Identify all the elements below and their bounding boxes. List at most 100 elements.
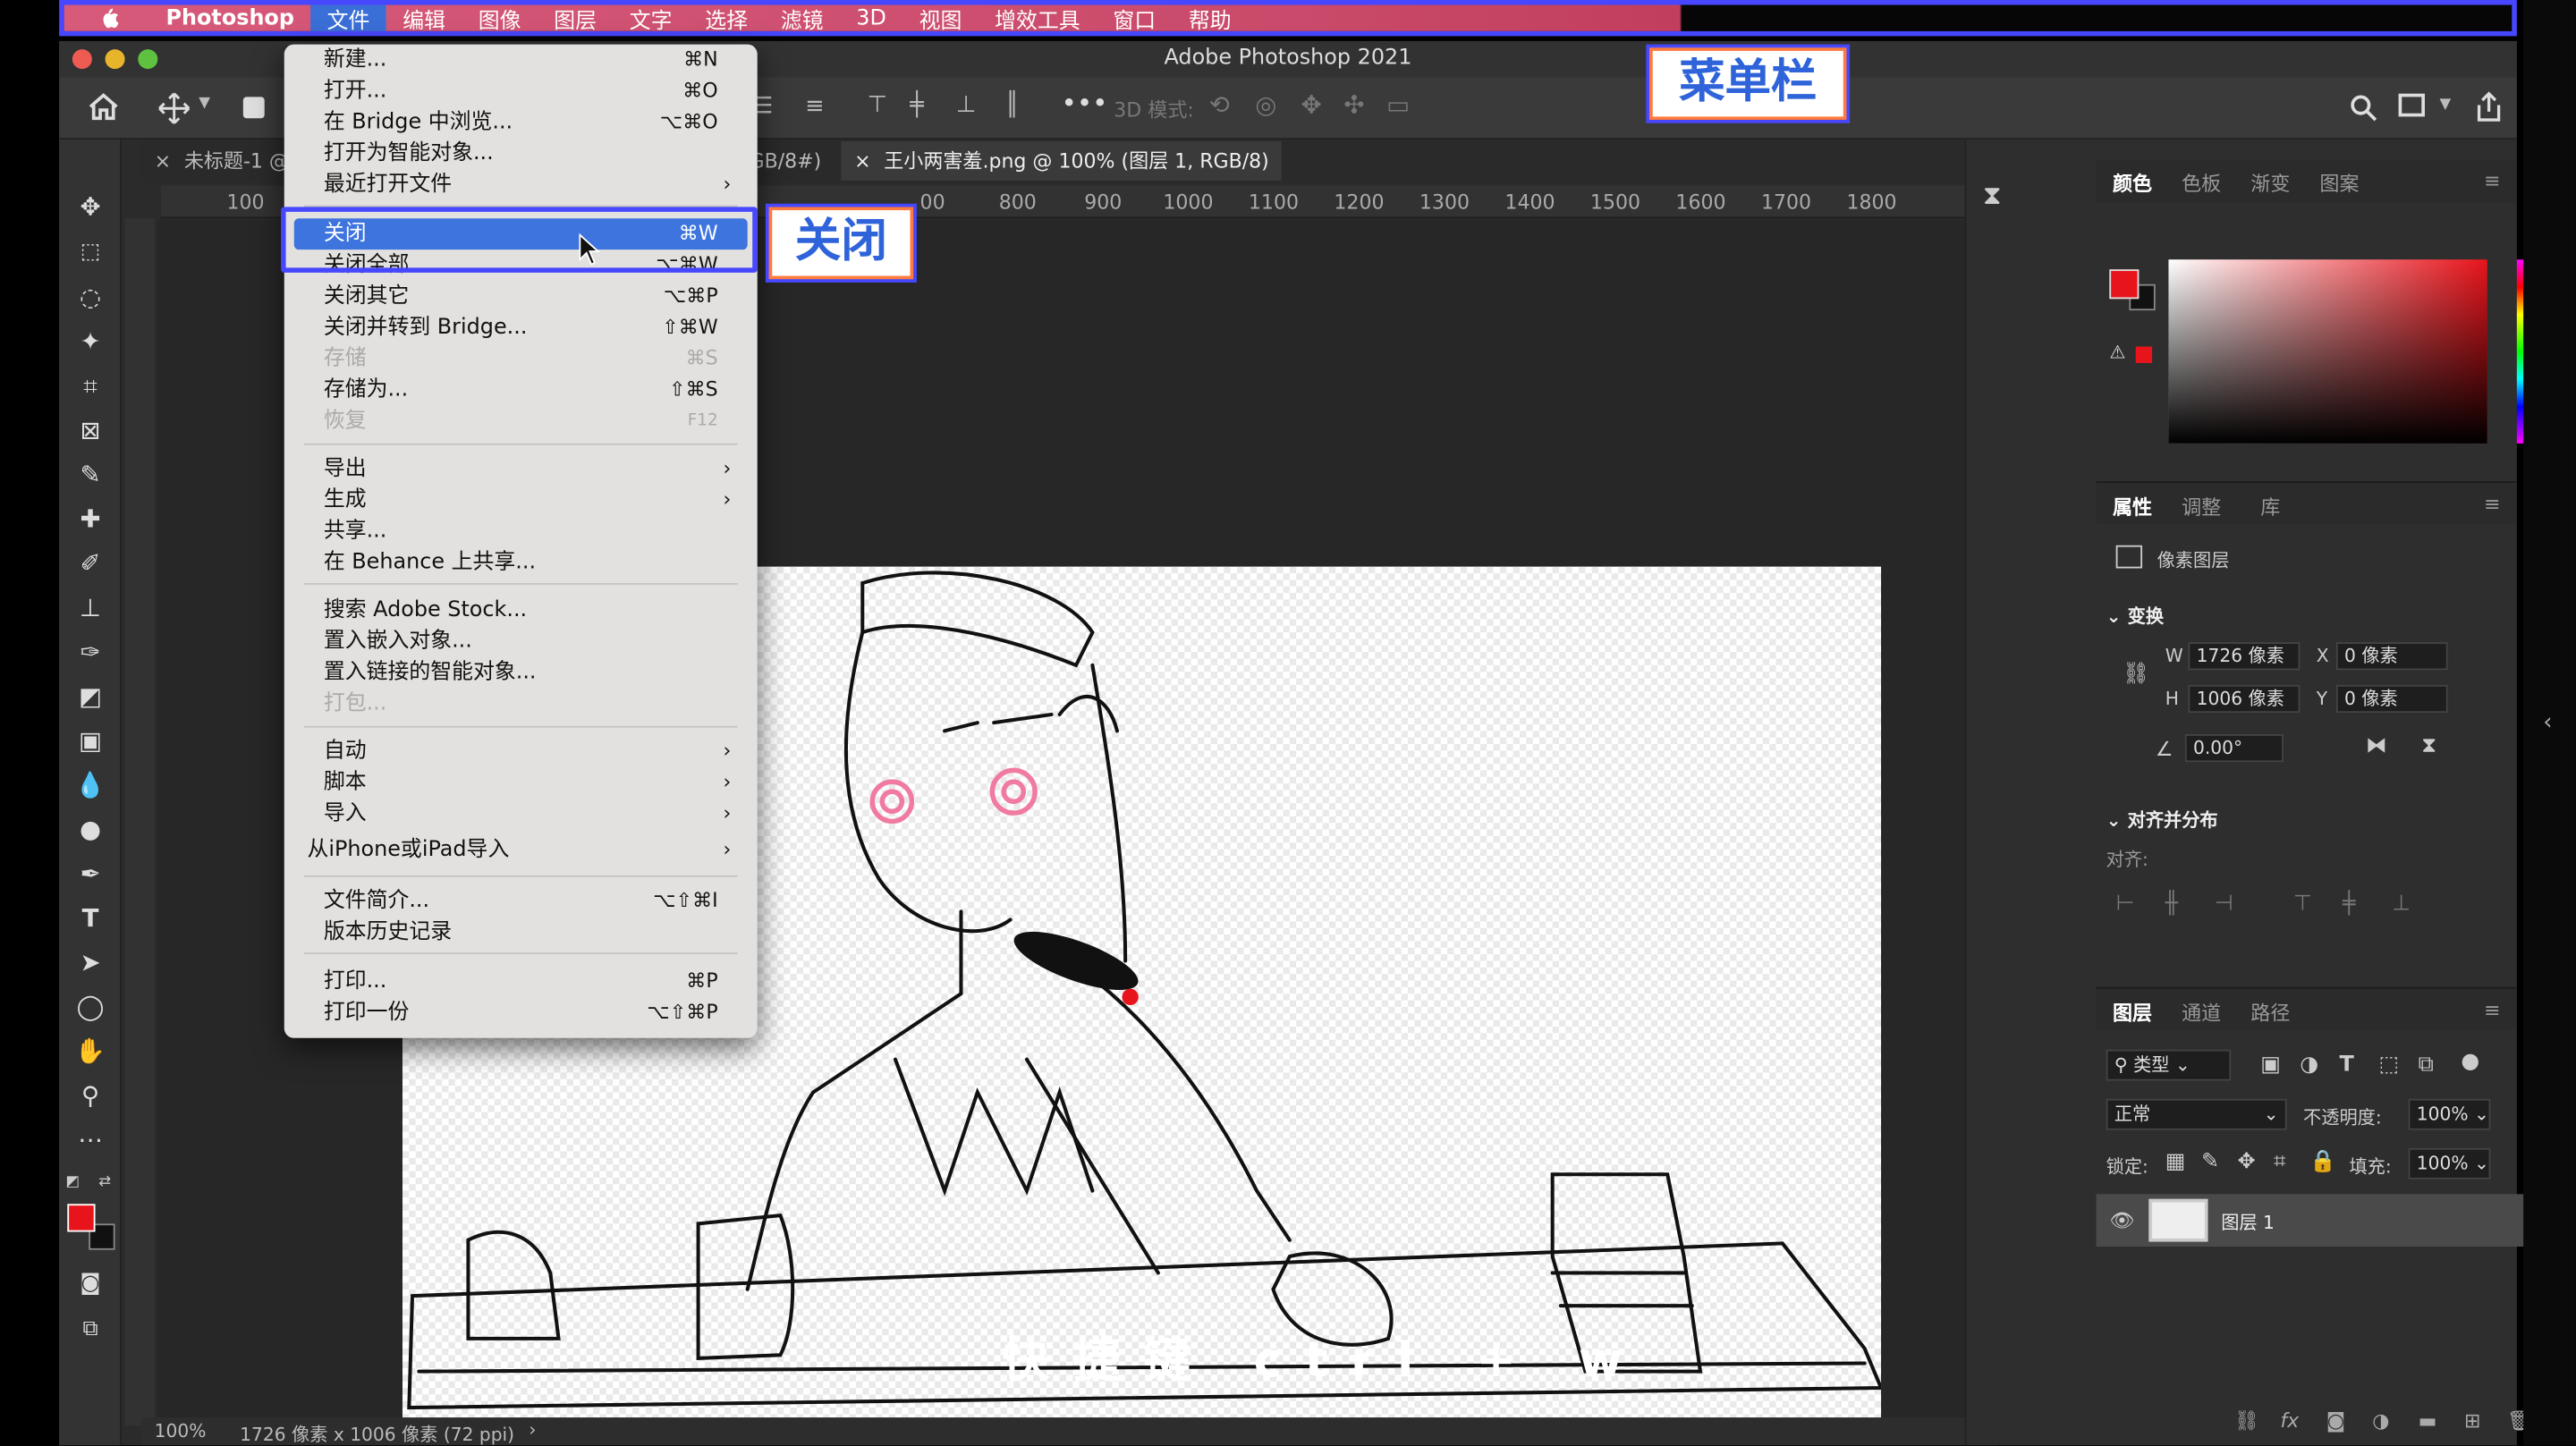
tab-paths[interactable]: 路径	[2250, 999, 2290, 1027]
chevron-left-icon[interactable]: ‹	[2543, 709, 2552, 735]
tab-color[interactable]: 颜色	[2113, 169, 2152, 197]
height-field[interactable]: 1006 像素	[2188, 684, 2301, 714]
filter-smart-object-icon[interactable]: ⧉	[2419, 1053, 2434, 1078]
history-brush-tool-icon[interactable]: ✑	[71, 634, 110, 670]
menu-item-behance[interactable]: 在 Behance 上共享...	[284, 547, 758, 579]
tab-channels[interactable]: 通道	[2182, 999, 2221, 1027]
panel-menu-icon[interactable]: ≡	[2484, 493, 2500, 516]
filter-type-icon[interactable]: T	[2339, 1053, 2353, 1078]
default-colors-icon[interactable]: ◩	[65, 1174, 80, 1190]
crop-tool-icon[interactable]: ⌗	[71, 368, 110, 403]
lock-pixels-icon[interactable]: ✎	[2201, 1150, 2219, 1175]
fill-field[interactable]: 100% ⌄	[2408, 1147, 2491, 1180]
3d-orbit-icon[interactable]: ⟲	[1209, 90, 1230, 120]
auto-select-checkbox[interactable]	[242, 97, 265, 119]
align-section[interactable]: ⌄ 对齐并分布	[2106, 807, 2218, 833]
angle-field[interactable]: 0.00°	[2184, 734, 2284, 763]
link-layers-icon[interactable]: ⛓	[2234, 1409, 2259, 1433]
menu-item-close-others[interactable]: 关闭其它 ⌥⌘P	[284, 281, 758, 312]
3d-camera-icon[interactable]: ▭	[1386, 90, 1410, 120]
close-icon[interactable]: ×	[854, 149, 870, 173]
flip-vertical-icon[interactable]: ⧗	[2421, 734, 2436, 759]
home-icon[interactable]	[86, 90, 122, 123]
filter-adjustment-icon[interactable]: ◑	[2300, 1053, 2318, 1078]
opacity-field[interactable]: 100% ⌄	[2408, 1098, 2491, 1130]
align-vcenter-icon[interactable]: ╪	[2343, 892, 2355, 917]
healing-brush-tool-icon[interactable]: ✚	[71, 501, 110, 537]
align-bottom-icon[interactable]: ⊥	[2392, 892, 2411, 917]
foreground-swatch[interactable]	[2109, 269, 2140, 300]
lock-transparent-icon[interactable]: ▦	[2165, 1150, 2186, 1175]
menu-item-file-info[interactable]: 文件简介... ⌥⇧⌘I	[284, 885, 758, 917]
align-hcenter-icon[interactable]: ╫	[2165, 892, 2178, 917]
clone-stamp-tool-icon[interactable]: ⊥	[71, 589, 110, 625]
align-left-icon[interactable]: ⊢	[2116, 892, 2135, 917]
blur-tool-icon[interactable]: 💧	[71, 767, 110, 803]
minimize-window-button[interactable]	[105, 49, 125, 70]
menu-plugins[interactable]: 增效工具	[979, 5, 1097, 34]
filter-toggle-icon[interactable]: ●	[2461, 1050, 2479, 1075]
menu-photoshop[interactable]: Photoshop	[149, 5, 310, 31]
foreground-color-swatch[interactable]	[67, 1204, 96, 1232]
tab-gradients[interactable]: 渐变	[2250, 169, 2290, 197]
zoom-tool-icon[interactable]: ⚲	[71, 1078, 110, 1113]
magic-wand-tool-icon[interactable]: ✦	[71, 324, 110, 359]
move-tool-icon[interactable]: ✥	[71, 189, 110, 224]
more-options-icon[interactable]: •••	[1062, 87, 1108, 118]
lock-artboard-icon[interactable]: ⌗	[2274, 1150, 2285, 1175]
share-icon[interactable]	[2474, 90, 2504, 123]
hand-tool-icon[interactable]: ✋	[71, 1033, 110, 1069]
align-right-icon[interactable]: ⊣	[2215, 892, 2233, 917]
search-icon[interactable]	[2349, 94, 2378, 123]
menu-item-browse-bridge[interactable]: 在 Bridge 中浏览... ⌥⌘O	[284, 106, 758, 138]
menu-item-recent[interactable]: 最近打开文件 ›	[284, 169, 758, 200]
menu-item-import-iphone[interactable]: 从iPhone或iPad导入 ›	[284, 834, 758, 866]
blend-mode-select[interactable]: 正常 ⌄	[2106, 1098, 2287, 1130]
panel-menu-icon[interactable]: ≡	[2484, 169, 2500, 192]
menu-image[interactable]: 图像	[462, 5, 538, 34]
panel-menu-icon[interactable]: ≡	[2484, 999, 2500, 1022]
menu-item-version-history[interactable]: 版本历史记录	[284, 917, 758, 948]
menu-item-place-linked[interactable]: 置入链接的智能对象...	[284, 657, 758, 689]
width-field[interactable]: 1726 像素	[2188, 642, 2301, 671]
marquee-tool-icon[interactable]: ⬚	[71, 235, 110, 271]
lock-position-icon[interactable]: ✥	[2238, 1150, 2256, 1175]
history-icon[interactable]: ⧗	[1983, 179, 2002, 212]
menu-file[interactable]: 文件	[310, 4, 386, 34]
close-icon[interactable]: ×	[155, 149, 171, 173]
tab-untitled[interactable]: × 未标题-1 @	[141, 141, 302, 181]
dodge-tool-icon[interactable]: ●	[71, 811, 110, 847]
menu-item-share[interactable]: 共享...	[284, 516, 758, 547]
menu-window[interactable]: 窗口	[1097, 5, 1173, 34]
brush-tool-icon[interactable]: ✐	[71, 545, 110, 581]
menu-layer[interactable]: 图层	[538, 5, 614, 34]
menu-item-open-smart-object[interactable]: 打开为智能对象...	[284, 138, 758, 169]
layer-filter-select[interactable]: ⚲ 类型 ⌄	[2106, 1049, 2232, 1081]
tab-libraries[interactable]: 库	[2260, 493, 2280, 520]
menu-item-scripts[interactable]: 脚本 ›	[284, 767, 758, 799]
fx-icon[interactable]: fx	[2280, 1409, 2299, 1433]
menu-edit[interactable]: 编辑	[386, 5, 462, 34]
layer-row[interactable]: 👁 图层 1	[2096, 1194, 2554, 1247]
zoom-window-button[interactable]	[138, 49, 158, 70]
eye-icon[interactable]: 👁	[2109, 1209, 2134, 1232]
menu-item-new[interactable]: 新建... ⌘N	[284, 45, 758, 76]
lock-all-icon[interactable]: 🔒	[2309, 1150, 2336, 1175]
gamut-warning-icon[interactable]: ⚠	[2109, 342, 2125, 363]
edit-toolbar-icon[interactable]: ⋯	[71, 1121, 110, 1157]
new-layer-icon[interactable]: ⊞	[2464, 1409, 2480, 1433]
menu-3d[interactable]: 3D	[840, 5, 902, 31]
menu-item-automate[interactable]: 自动 ›	[284, 736, 758, 767]
menu-item-export[interactable]: 导出 ›	[284, 453, 758, 485]
align-vmiddle-icon[interactable]: ╪	[911, 92, 924, 118]
zoom-level[interactable]: 100%	[155, 1421, 207, 1442]
menu-item-adobe-stock[interactable]: 搜索 Adobe Stock...	[284, 595, 758, 626]
swap-colors-icon[interactable]: ⇄	[98, 1174, 111, 1190]
menu-filter[interactable]: 滤镜	[764, 5, 840, 34]
3d-slide-icon[interactable]: ✣	[1343, 90, 1364, 120]
align-top-icon[interactable]: ⊤	[868, 92, 887, 118]
gradient-tool-icon[interactable]: ▣	[71, 723, 110, 758]
align-top-icon[interactable]: ⊤	[2293, 892, 2312, 917]
menu-help[interactable]: 帮助	[1173, 5, 1249, 34]
menu-item-open[interactable]: 打开... ⌘O	[284, 75, 758, 106]
